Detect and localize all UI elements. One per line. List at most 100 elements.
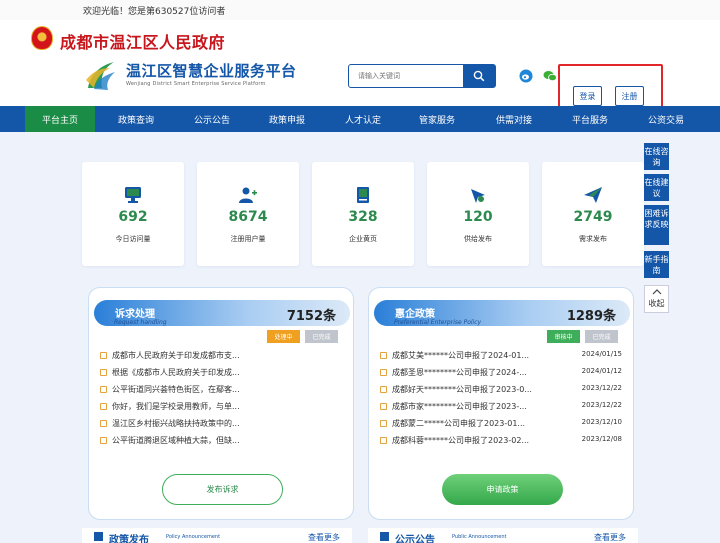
doc-icon: [100, 403, 107, 410]
search-input[interactable]: [349, 65, 464, 87]
apply-policy-button[interactable]: 申请政策: [442, 474, 563, 505]
nav-item-policy-apply[interactable]: 政策申报: [252, 106, 322, 132]
stat-label: 供给发布: [464, 235, 492, 243]
search-bar: [348, 64, 496, 88]
list-item-date: 2024/01/12: [581, 367, 622, 375]
platform-logo-icon[interactable]: [84, 58, 118, 92]
visitor-welcome-text: 欢迎光临！您是第630527位访问者: [83, 7, 226, 17]
doc-icon: [380, 420, 387, 427]
stat-card-supply-posts[interactable]: 120 供给发布: [427, 162, 529, 266]
doc-icon: [380, 437, 387, 444]
stat-card-registered-users[interactable]: 8674 注册用户量: [197, 162, 299, 266]
announcement-title: 公示公告: [395, 535, 435, 543]
list-item-date: 2023/12/22: [581, 401, 622, 409]
doc-icon: [380, 352, 387, 359]
tab-reviewing[interactable]: 审核中: [547, 330, 580, 343]
side-collapse-button[interactable]: 收起: [644, 285, 669, 313]
list-item[interactable]: 成都艾美******公司申报了2024-01... 2024/01/15: [377, 348, 627, 365]
stat-card-enterprise-directory[interactable]: 328 企业黄页: [312, 162, 414, 266]
list-item[interactable]: 温江区乡村振兴战略扶持政策中的...: [97, 416, 347, 433]
side-appeal-report[interactable]: 困难诉求反映: [644, 205, 669, 245]
doc-icon: [100, 352, 107, 359]
nav-item-steward[interactable]: 管家服务: [402, 106, 472, 132]
national-emblem-icon: [31, 26, 53, 50]
login-button[interactable]: 登录: [573, 86, 602, 106]
list-item-date: 2023/12/10: [581, 418, 622, 426]
announcement-more-link[interactable]: 查看更多: [594, 532, 626, 543]
policy-release-more-link[interactable]: 查看更多: [308, 532, 340, 543]
tab-processing[interactable]: 处理中: [267, 330, 300, 343]
list-item-date: 2024/01/15: [581, 350, 622, 358]
list-item-text: 成都圣恩********公司申报了2024-...: [392, 368, 527, 377]
stat-value: 328: [348, 209, 378, 225]
platform-subtitle: Wenjiang District Smart Enterprise Servi…: [126, 81, 266, 87]
list-item[interactable]: 成都圣恩********公司申报了2024-... 2024/01/12: [377, 365, 627, 382]
list-item-text: 你好，我们是学校录用教师，与单...: [112, 402, 240, 411]
list-item[interactable]: 成都好天********公司申报了2023-0... 2023/12/22: [377, 382, 627, 399]
doc-icon: [100, 420, 107, 427]
policy-panel-title: 惠企政策: [395, 309, 435, 320]
stat-label: 注册用户量: [230, 235, 266, 243]
doc-icon: [100, 369, 107, 376]
weibo-icon[interactable]: [519, 69, 533, 83]
nav-item-platform-service[interactable]: 平台服务: [555, 106, 625, 132]
stat-label: 企业黄页: [349, 235, 377, 243]
doc-icon: [380, 369, 387, 376]
stat-label: 需求发布: [579, 235, 607, 243]
policy-release-title: 政策发布: [109, 535, 149, 543]
nav-item-talent[interactable]: 人才认定: [328, 106, 398, 132]
platform-title[interactable]: 温江区智慧企业服务平台: [126, 60, 297, 81]
nav-item-asset-trading[interactable]: 公资交易: [631, 106, 701, 132]
list-item-text: 成都市家********公司申报了2023-...: [392, 402, 527, 411]
add-user-icon: [239, 187, 257, 203]
nav-item-home[interactable]: 平台主页: [25, 106, 95, 132]
post-appeal-button[interactable]: 发布诉求: [162, 474, 283, 505]
list-item[interactable]: 成都科蓉******公司申报了2023-02... 2023/12/08: [377, 433, 627, 450]
stat-value: 2749: [573, 209, 613, 225]
nav-item-policy-query[interactable]: 政策查询: [101, 106, 171, 132]
side-beginner-guide[interactable]: 新手指南: [644, 251, 669, 278]
stat-card-visits[interactable]: 692 今日访问量: [82, 162, 184, 266]
policy-panel-header: 惠企政策 Preferential Enterprise Policy 1289…: [374, 300, 630, 326]
doc-icon: [100, 437, 107, 444]
policy-panel: 惠企政策 Preferential Enterprise Policy 1289…: [368, 287, 634, 520]
doc-icon: [380, 532, 389, 541]
list-item-date: 2023/12/08: [581, 435, 622, 443]
list-item[interactable]: 公平街道同兴荟特色街区，在鄢客...: [97, 382, 347, 399]
list-item[interactable]: 公平街道腾退区域种植大蒜，但缺...: [97, 433, 347, 450]
list-item-text: 成都好天********公司申报了2023-0...: [392, 385, 532, 394]
nav-item-supply-demand[interactable]: 供需对接: [479, 106, 549, 132]
list-item[interactable]: 根据《成都市人民政府关于印发成...: [97, 365, 347, 382]
appeals-count: 7152条: [286, 309, 336, 324]
stat-label: 今日访问量: [115, 235, 151, 243]
list-item[interactable]: 成都市人民政府关于印发成都市支...: [97, 348, 347, 365]
announcement-header: 公示公告 Public Announcement 查看更多: [368, 528, 638, 543]
list-item-text: 成都蒙二*****公司申报了2023-01...: [392, 419, 526, 428]
tab-completed[interactable]: 已完成: [305, 330, 338, 343]
stat-value: 120: [463, 209, 493, 225]
side-online-suggestion[interactable]: 在线建议: [644, 174, 669, 201]
site-header: 成都市温江区人民政府 温江区智慧企业服务平台 Wenjiang District…: [0, 20, 720, 120]
list-item[interactable]: 成都市家********公司申报了2023-... 2023/12/22: [377, 399, 627, 416]
list-item[interactable]: 成都蒙二*****公司申报了2023-01... 2023/12/10: [377, 416, 627, 433]
search-button[interactable]: [463, 65, 495, 87]
doc-icon: [94, 532, 103, 541]
list-item[interactable]: 你好，我们是学校录用教师，与单...: [97, 399, 347, 416]
doc-icon: [380, 386, 387, 393]
stat-value: 8674: [228, 209, 268, 225]
tab-completed[interactable]: 已完成: [585, 330, 618, 343]
side-online-consult[interactable]: 在线咨询: [644, 143, 669, 170]
wechat-icon[interactable]: [543, 69, 557, 83]
book-icon: [357, 187, 369, 203]
list-item-text: 温江区乡村振兴战略扶持政策中的...: [112, 419, 240, 428]
gov-title[interactable]: 成都市温江区人民政府: [60, 29, 225, 53]
top-bar: 欢迎光临！您是第630527位访问者: [0, 0, 720, 20]
register-button[interactable]: 注册: [615, 86, 644, 106]
list-item-text: 根据《成都市人民政府关于印发成...: [112, 368, 240, 377]
policy-release-header: 政策发布 Policy Announcement 查看更多: [82, 528, 352, 543]
list-item-text: 公平街道腾退区域种植大蒜，但缺...: [112, 436, 240, 445]
stat-card-demand-posts[interactable]: 2749 需求发布: [542, 162, 644, 266]
nav-item-announcements[interactable]: 公示公告: [177, 106, 247, 132]
appeals-panel: 诉求处理 Request handling 7152条 处理中 已完成 成都市人…: [88, 287, 354, 520]
list-item-text: 公平街道同兴荟特色街区，在鄢客...: [112, 385, 240, 394]
